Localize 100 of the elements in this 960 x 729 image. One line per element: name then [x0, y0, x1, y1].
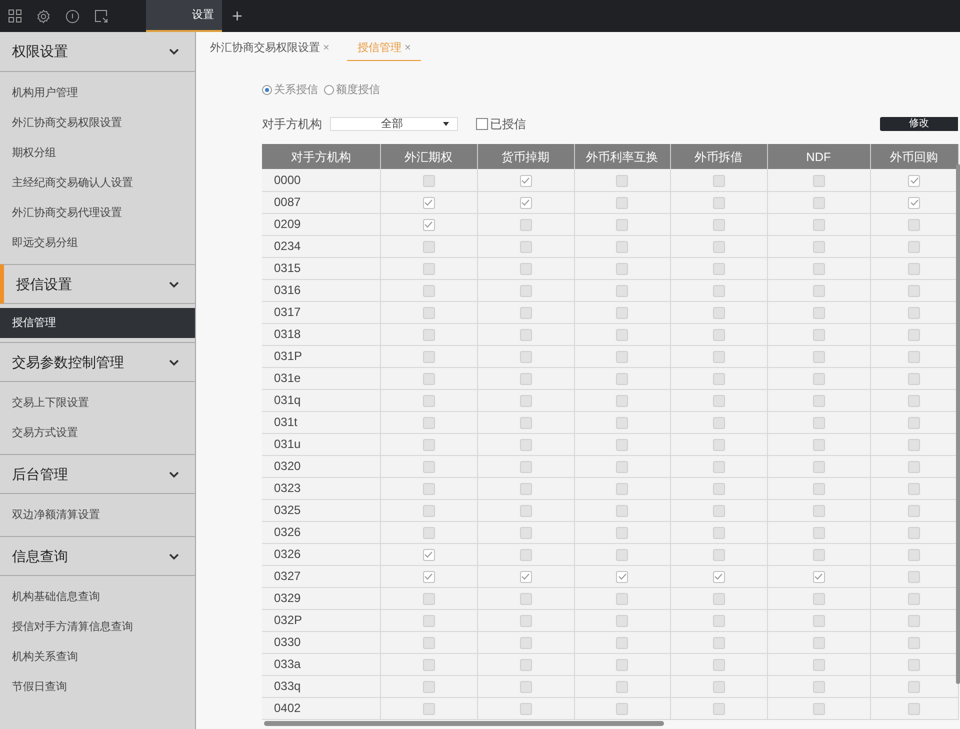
checkbox[interactable]	[908, 702, 920, 715]
external-window-icon[interactable]	[94, 9, 108, 23]
checkbox[interactable]	[520, 482, 532, 495]
checkbox[interactable]	[422, 284, 434, 297]
checkbox[interactable]	[712, 262, 724, 275]
checkbox[interactable]	[422, 504, 434, 517]
checkbox[interactable]	[812, 702, 824, 715]
checkbox[interactable]	[520, 218, 532, 231]
checkbox[interactable]	[616, 526, 628, 539]
checkbox[interactable]	[812, 372, 824, 385]
checkbox[interactable]	[616, 416, 628, 429]
checkbox[interactable]	[812, 548, 824, 561]
checkbox[interactable]	[520, 262, 532, 275]
checkbox[interactable]	[812, 636, 824, 649]
chevron-icon[interactable]	[169, 470, 179, 478]
checkbox[interactable]	[616, 196, 628, 209]
sidebar-item[interactable]: 机构关系查询	[0, 642, 195, 672]
checkbox[interactable]	[520, 174, 532, 187]
checkbox[interactable]	[712, 482, 724, 495]
checkbox[interactable]	[422, 416, 434, 429]
checkbox[interactable]	[520, 350, 532, 363]
checkbox[interactable]	[908, 306, 920, 319]
checkbox[interactable]	[908, 526, 920, 539]
checkbox[interactable]	[422, 636, 434, 649]
sidebar-item[interactable]: 授信对手方清算信息查询	[0, 612, 195, 642]
checkbox[interactable]	[712, 372, 724, 385]
checkbox[interactable]	[712, 218, 724, 231]
checkbox[interactable]	[616, 262, 628, 275]
checkbox[interactable]	[812, 570, 824, 583]
checkbox[interactable]	[908, 570, 920, 583]
checkbox[interactable]	[812, 658, 824, 671]
checkbox[interactable]	[812, 416, 824, 429]
radio-button[interactable]	[262, 85, 272, 95]
checkbox[interactable]	[908, 196, 920, 209]
content-tab[interactable]: 外汇协商交易权限设置 ×	[210, 40, 330, 61]
checkbox[interactable]	[812, 218, 824, 231]
checkbox[interactable]	[712, 460, 724, 473]
checkbox[interactable]	[422, 394, 434, 407]
checkbox[interactable]	[908, 284, 920, 297]
checkbox[interactable]	[616, 658, 628, 671]
checkbox[interactable]	[616, 350, 628, 363]
checkbox[interactable]	[520, 680, 532, 693]
checkbox[interactable]	[520, 196, 532, 209]
sidebar-item[interactable]: 期权分组	[0, 138, 195, 168]
checkbox[interactable]	[422, 548, 434, 561]
checkbox[interactable]	[422, 702, 434, 715]
checkbox[interactable]	[712, 658, 724, 671]
checkbox[interactable]	[520, 548, 532, 561]
checkbox[interactable]	[712, 592, 724, 605]
checkbox[interactable]	[908, 460, 920, 473]
sidebar-item[interactable]: 外汇协商交易权限设置	[0, 108, 195, 138]
checkbox[interactable]	[422, 460, 434, 473]
checkbox[interactable]	[422, 196, 434, 209]
sidebar-section-header[interactable]: 交易参数控制管理	[0, 342, 195, 382]
checkbox[interactable]	[908, 372, 920, 385]
checkbox[interactable]	[712, 306, 724, 319]
checkbox[interactable]	[520, 658, 532, 671]
checkbox[interactable]	[422, 680, 434, 693]
checkbox[interactable]	[812, 614, 824, 627]
checkbox[interactable]	[616, 328, 628, 341]
checkbox[interactable]	[812, 284, 824, 297]
checkbox[interactable]	[520, 240, 532, 253]
checkbox[interactable]	[712, 636, 724, 649]
checkbox[interactable]	[422, 218, 434, 231]
checkbox[interactable]	[422, 372, 434, 385]
checkbox[interactable]	[520, 372, 532, 385]
sidebar-item[interactable]: 主经纪商交易确认人设置	[0, 168, 195, 198]
checkbox[interactable]	[520, 460, 532, 473]
sidebar-section-header[interactable]: 后台管理	[0, 454, 195, 494]
checkbox[interactable]	[520, 636, 532, 649]
checkbox[interactable]	[712, 284, 724, 297]
chevron-icon[interactable]	[169, 358, 179, 366]
checkbox[interactable]	[520, 438, 532, 451]
checkbox[interactable]	[616, 614, 628, 627]
checkbox[interactable]	[616, 504, 628, 517]
checkbox[interactable]	[908, 218, 920, 231]
checkbox[interactable]	[812, 460, 824, 473]
checkbox[interactable]	[616, 592, 628, 605]
checkbox[interactable]	[712, 438, 724, 451]
chevron-icon[interactable]	[169, 48, 179, 55]
checkbox[interactable]	[712, 570, 724, 583]
checkbox[interactable]	[712, 504, 724, 517]
sidebar-item[interactable]: 机构基础信息查询	[0, 582, 195, 612]
checkbox[interactable]	[812, 306, 824, 319]
checkbox[interactable]	[908, 680, 920, 693]
checkbox[interactable]	[908, 262, 920, 275]
checkbox[interactable]	[520, 284, 532, 297]
sidebar-item[interactable]: 外汇协商交易代理设置	[0, 198, 195, 228]
checkbox[interactable]	[908, 658, 920, 671]
sidebar-item[interactable]: 授信管理	[0, 308, 195, 338]
checkbox[interactable]	[908, 394, 920, 407]
sidebar-section-header[interactable]: 授信设置	[0, 264, 195, 304]
add-tab-button[interactable]: +	[232, 7, 243, 25]
checkbox[interactable]	[616, 570, 628, 583]
checkbox[interactable]	[520, 614, 532, 627]
checkbox[interactable]	[616, 174, 628, 187]
sidebar-item[interactable]: 交易方式设置	[0, 418, 195, 448]
radio-button[interactable]	[324, 85, 334, 95]
checkbox[interactable]	[422, 438, 434, 451]
edit-button[interactable]: 修改	[880, 117, 958, 131]
